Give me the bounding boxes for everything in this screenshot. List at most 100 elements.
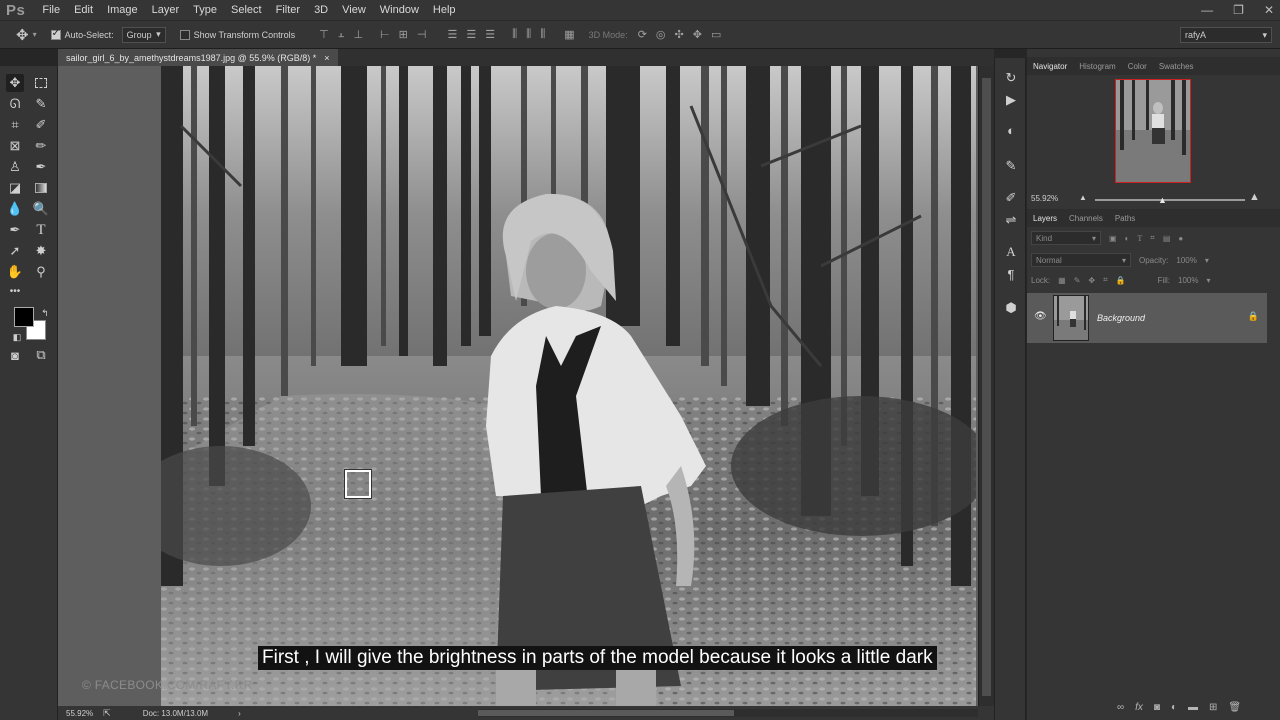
align-top-icon[interactable]: ⊤	[319, 28, 329, 41]
canvas-horizontal-scrollbar[interactable]	[478, 709, 978, 717]
lock-image-icon[interactable]: ✎	[1074, 276, 1081, 285]
navigator-zoom-slider-thumb[interactable]: ▲	[1158, 195, 1167, 205]
brush-panel-icon[interactable]: ✐	[1003, 190, 1019, 206]
align-right-icon[interactable]: ⊣	[417, 28, 427, 41]
auto-align-icon[interactable]: ▦	[564, 28, 574, 41]
filter-pixel-icon[interactable]: ▣	[1109, 234, 1117, 243]
swap-colors-icon[interactable]: ↰	[36, 304, 54, 322]
slide-3d-icon[interactable]: ✥	[693, 28, 702, 41]
align-vcenter-icon[interactable]: ⫠	[338, 28, 345, 41]
move-tool-preset-icon[interactable]: ✥	[16, 26, 29, 44]
new-layer-icon[interactable]: ⊞	[1209, 702, 1217, 713]
blur-icon[interactable]: 💧	[6, 200, 24, 218]
canvas-vertical-scrollbar[interactable]	[978, 66, 994, 706]
clone-stamp-icon[interactable]: ♙	[6, 158, 24, 176]
document-image[interactable]	[161, 66, 976, 706]
new-adjustment-layer-icon[interactable]: ◐	[1171, 702, 1177, 713]
tab-color[interactable]: Color	[1128, 62, 1147, 71]
auto-select-target-dropdown[interactable]: Group ▾	[121, 26, 166, 43]
history-panel-icon[interactable]: ↻	[1003, 70, 1019, 86]
zoom-out-icon[interactable]: ▲	[1079, 193, 1087, 202]
crop-icon[interactable]: ⌗	[6, 116, 24, 134]
lock-transparent-icon[interactable]: ▦	[1058, 276, 1066, 285]
move-icon[interactable]: ✥	[6, 74, 24, 92]
menu-help[interactable]: Help	[426, 4, 463, 16]
navigator-thumbnail[interactable]	[1115, 79, 1191, 183]
zoom-icon[interactable]: ⚲	[32, 263, 50, 281]
layer-row[interactable]: 👁 Background 🔒	[1027, 293, 1267, 343]
lock-position-icon[interactable]: ✥	[1088, 276, 1095, 285]
menu-layer[interactable]: Layer	[145, 4, 187, 16]
quick-selection-icon[interactable]: ✎	[32, 95, 50, 113]
brush-icon[interactable]: ✏	[32, 137, 50, 155]
navigator-zoom[interactable]: 55.92%	[1031, 194, 1058, 203]
canvas-area[interactable]: © FACEBOOK.COM/RAFY.RR First , I will gi…	[58, 66, 978, 706]
menu-image[interactable]: Image	[100, 4, 145, 16]
paragraph-panel-icon[interactable]: ¶	[1003, 266, 1019, 282]
blend-mode-dropdown[interactable]: Normal ▾	[1031, 253, 1131, 267]
3d-panel-icon[interactable]: ⬢	[1003, 300, 1019, 316]
actions-panel-icon[interactable]: ▶	[1003, 92, 1019, 108]
distribute-hcenter-icon[interactable]: ⫼	[526, 28, 531, 41]
filter-smart-object-icon[interactable]: ▤	[1163, 234, 1171, 243]
document-tab[interactable]: sailor_girl_6_by_amethystdreams1987.jpg …	[58, 49, 338, 66]
distribute-top-icon[interactable]: ☰	[447, 28, 457, 41]
checkbox-checked-icon[interactable]	[50, 28, 61, 40]
menu-file[interactable]: File	[35, 4, 67, 16]
minimize-button[interactable]: —	[1201, 3, 1213, 17]
fill-value[interactable]: 100%	[1178, 276, 1198, 285]
align-bottom-icon[interactable]: ⊥	[353, 28, 363, 41]
delete-layer-icon[interactable]: 🗑	[1228, 702, 1241, 713]
lock-artboard-icon[interactable]: ⌗	[1103, 275, 1108, 285]
roll-3d-icon[interactable]: ◎	[656, 28, 666, 41]
custom-shape-icon[interactable]: ✸	[32, 242, 50, 260]
filter-shape-icon[interactable]: ⌗	[1150, 233, 1155, 243]
tab-navigator[interactable]: Navigator	[1033, 62, 1067, 71]
distribute-right-icon[interactable]: ⫼	[540, 28, 545, 41]
drag-3d-icon[interactable]: ✣	[675, 28, 684, 41]
video-camera-icon[interactable]: ▭	[711, 28, 721, 41]
brush-presets-icon[interactable]: ✎	[1003, 158, 1019, 174]
clone-source-icon[interactable]: ⇌	[1003, 212, 1019, 228]
zoom-in-icon[interactable]: ▲	[1249, 191, 1260, 203]
chevron-down-icon[interactable]: ▾	[33, 30, 37, 39]
opacity-value[interactable]: 100%	[1176, 256, 1196, 265]
eyedropper-icon[interactable]: ✐	[32, 116, 50, 134]
default-colors-icon[interactable]: ◧	[8, 328, 26, 346]
distribute-vcenter-icon[interactable]: ☰	[466, 28, 476, 41]
align-left-icon[interactable]: ⊢	[380, 28, 390, 41]
adjustments-panel-icon[interactable]: ◐	[1003, 122, 1019, 138]
layer-filter-dropdown[interactable]: Kind ▾	[1031, 231, 1101, 245]
new-group-icon[interactable]: ▬	[1188, 702, 1198, 713]
lock-all-icon[interactable]: 🔒	[1116, 276, 1126, 285]
type-icon[interactable]: T	[32, 221, 50, 239]
filter-type-icon[interactable]: T	[1137, 234, 1142, 243]
chevron-down-icon[interactable]: ▾	[1207, 276, 1211, 285]
menu-window[interactable]: Window	[373, 4, 426, 16]
dodge-icon[interactable]: 🔍	[32, 200, 50, 218]
history-brush-icon[interactable]: ✒	[32, 158, 50, 176]
layer-name[interactable]: Background	[1097, 313, 1145, 323]
menu-select[interactable]: Select	[224, 4, 269, 16]
layer-style-icon[interactable]: fx	[1135, 702, 1143, 713]
tab-histogram[interactable]: Histogram	[1079, 62, 1115, 71]
filter-toggle-icon[interactable]: ●	[1178, 234, 1183, 243]
close-document-icon[interactable]: ×	[324, 53, 329, 63]
link-layers-icon[interactable]: ∞	[1117, 702, 1124, 713]
chevron-down-icon[interactable]: ▾	[1205, 256, 1209, 265]
close-button[interactable]: ✕	[1264, 3, 1274, 17]
distribute-bottom-icon[interactable]: ☰	[485, 28, 495, 41]
chevron-right-icon[interactable]: ›	[238, 709, 241, 718]
show-transform-controls-checkbox[interactable]: Show Transform Controls	[179, 29, 295, 40]
tab-swatches[interactable]: Swatches	[1159, 62, 1194, 71]
export-icon[interactable]: ⇱	[103, 708, 111, 719]
filter-adjustment-icon[interactable]: ◐	[1125, 234, 1130, 243]
more-tools-icon[interactable]: •••	[6, 282, 24, 300]
checkbox-unchecked-icon[interactable]	[179, 29, 190, 40]
add-mask-icon[interactable]: ◙	[1154, 702, 1160, 713]
menu-filter[interactable]: Filter	[269, 4, 307, 16]
restore-button[interactable]: ❐	[1233, 3, 1244, 17]
horizontal-scroll-thumb[interactable]	[478, 710, 734, 716]
layer-lock-icon[interactable]: 🔒	[1248, 311, 1259, 322]
menu-type[interactable]: Type	[186, 4, 224, 16]
